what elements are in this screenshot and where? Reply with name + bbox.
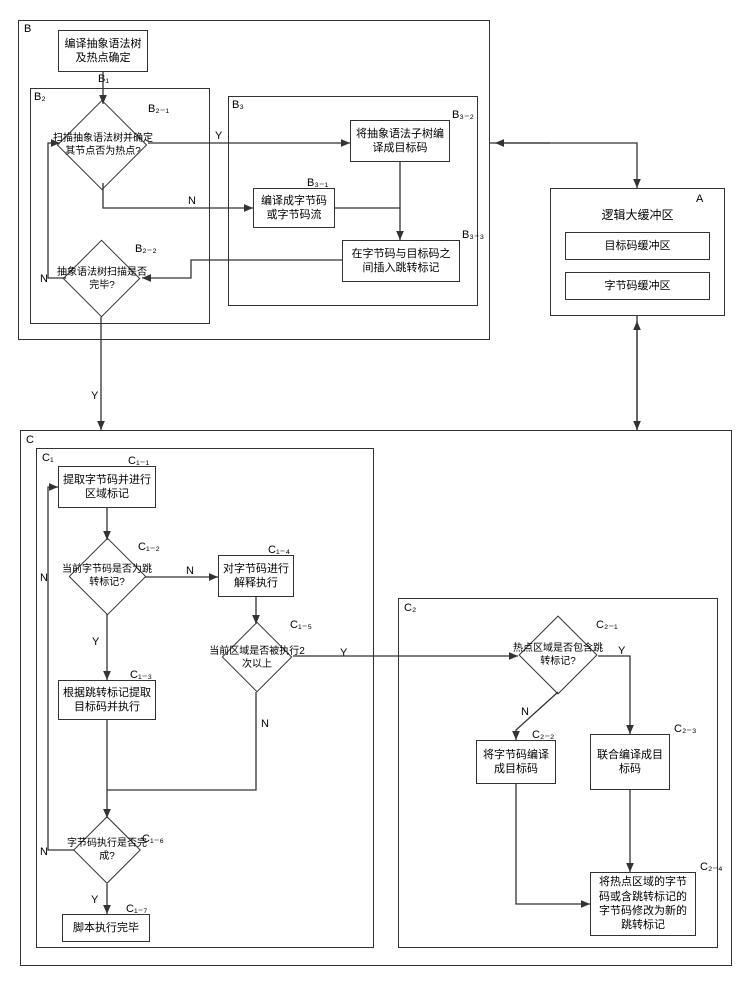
node-c1-4: 对字节码进行解释执行: [218, 555, 294, 597]
node-b3-2: 将抽象语法子树编译成目标码: [350, 120, 450, 162]
edge-c1-6-n: N: [40, 846, 48, 858]
node-c2-4: 将热点区域的字节码或含跳转标记的字节码修改为新的跳转标记: [590, 872, 696, 936]
label-c2-4-id: C₂₋₄: [700, 860, 723, 873]
label-c2-2-id: C₂₋₂: [532, 728, 554, 741]
node-b2-1-text: 扫描抽象语法树并确定其节点否为热点?: [53, 120, 153, 170]
label-c2-1-id: C₂₋₁: [596, 618, 618, 631]
node-c2-1-text: 热点区域是否包含跳转标记?: [510, 635, 606, 675]
edge-c1-5-n: N: [261, 718, 269, 730]
label-c1-4-id: C₁₋₄: [268, 543, 290, 556]
label-b2-1-id: B₂₋₁: [148, 102, 169, 115]
label-b1-id: B₁: [98, 73, 109, 85]
edge-c2-1-y: Y: [618, 645, 625, 657]
node-b1: 编译抽象语法树及热点确定: [58, 30, 148, 72]
edge-c1-5-y: Y: [340, 647, 347, 659]
edge-b2-1-n: N: [188, 195, 196, 207]
label-c2: C₂: [404, 602, 416, 614]
node-a-sub2: 字节码缓冲区: [565, 272, 710, 300]
label-c1-3-id: C₁₋₃: [130, 668, 152, 681]
edge-b2-1-y: Y: [215, 130, 222, 142]
edge-b2-2-n: N: [40, 273, 48, 285]
label-b3-3-id: B₃₋₃: [462, 228, 484, 241]
node-b3-3: 在字节码与目标码之间插入跳转标记: [342, 240, 460, 282]
label-a: A: [696, 193, 703, 205]
label-c1: C₁: [42, 452, 54, 464]
label-c: C: [26, 434, 34, 446]
label-c1-5-id: C₁₋₅: [290, 618, 312, 631]
edge-c1-2-n-right: N: [186, 565, 194, 577]
edge-c1-2-y: Y: [92, 636, 99, 648]
edge-c2-1-n: N: [521, 706, 529, 718]
node-c1-3: 根据跳转标记提取目标码并执行: [58, 680, 156, 720]
node-c2-3: 联合编译成目标码: [590, 734, 670, 790]
node-c1-2-text: 当前字节码是否为跳转标记?: [62, 555, 152, 597]
node-c1-6-text: 字节码执行是否完成?: [64, 832, 150, 868]
label-b2: B₂: [34, 91, 46, 103]
label-c1-6-id: C₁₋₆: [142, 832, 164, 845]
label-c1-7-id: C₁₋₇: [126, 902, 147, 915]
edge-c1-2-n-left: N: [40, 572, 48, 584]
node-c1-1: 提取字节码并进行区域标记: [58, 466, 156, 508]
label-c2-3-id: C₂₋₃: [674, 722, 697, 735]
label-b3-2-id: B₃₋₂: [452, 108, 474, 121]
node-a-sub1: 目标码缓冲区: [565, 232, 710, 260]
label-c1-2-id: C₁₋₂: [138, 540, 160, 553]
label-b2-2-id: B₂₋₂: [135, 242, 157, 255]
label-b: B: [24, 23, 31, 35]
node-b3-1: 编译成字节码或字节码流: [253, 188, 335, 228]
node-c2-2: 将字节码编译成目标码: [476, 740, 556, 784]
edge-c1-6-y: Y: [91, 894, 98, 906]
label-b3: B₃: [232, 99, 244, 111]
node-b1-text: 编译抽象语法树及热点确定: [63, 37, 143, 66]
node-c1-7: 脚本执行完毕: [62, 914, 150, 942]
label-c1-1-id: C₁₋₁: [128, 454, 149, 467]
node-b2-2-text: 抽象语法树扫描是否完毕?: [57, 258, 147, 300]
edge-b2-2-y: Y: [91, 390, 98, 402]
label-b3-1-id: B₃₋₁: [307, 176, 328, 189]
node-c1-5-text: 当前区域是否被执行2次以上: [207, 640, 307, 676]
node-a-title: 逻辑大缓冲区: [560, 205, 715, 227]
